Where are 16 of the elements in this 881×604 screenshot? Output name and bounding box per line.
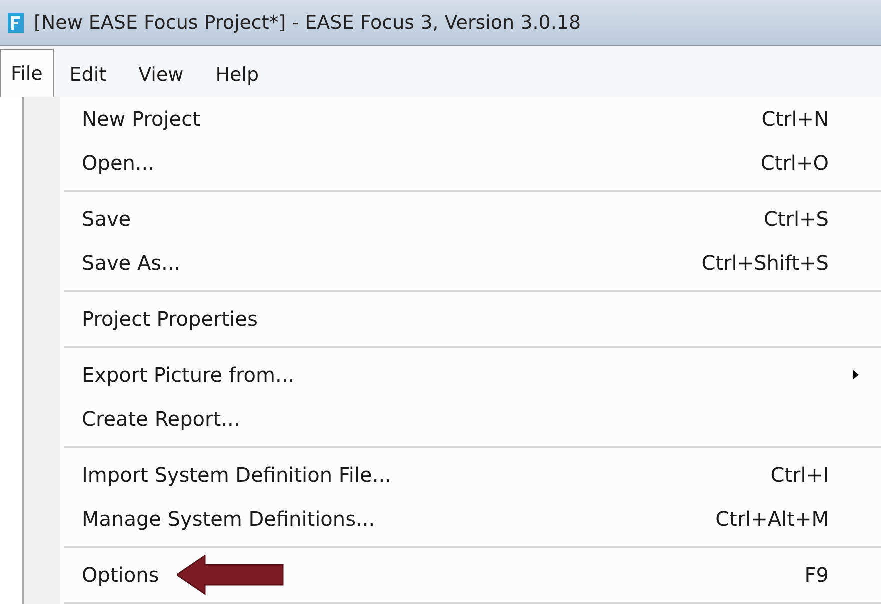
menu-entry[interactable]: Save Ctrl+S xyxy=(24,197,881,241)
menu-entry[interactable]: New Project Ctrl+N xyxy=(24,97,881,141)
menu-entry[interactable]: Open... Ctrl+O xyxy=(24,141,881,185)
menu-item[interactable]: File xyxy=(0,49,54,97)
menu-entry[interactable]: Import System Definition File... Ctrl+I xyxy=(24,453,881,497)
menu-entry[interactable]: Manage System Definitions... Ctrl+Alt+M xyxy=(24,497,881,541)
menu-entry[interactable]: Save As... Ctrl+Shift+S xyxy=(24,241,881,285)
menu-entry[interactable]: Create Report... xyxy=(24,397,881,441)
menu-entry[interactable]: Export Picture from... xyxy=(24,353,881,397)
menu-item[interactable]: View xyxy=(122,53,200,97)
window-title: [New EASE Focus Project*] - EASE Focus 3, Version 3.0.18 xyxy=(34,12,582,34)
menu-item[interactable]: Help xyxy=(200,53,276,97)
menu-item[interactable]: Edit xyxy=(54,53,123,97)
menu-entry[interactable]: Project Properties xyxy=(24,297,881,341)
app-icon xyxy=(8,12,24,32)
menu-entry[interactable]: Options F9 xyxy=(24,553,881,597)
